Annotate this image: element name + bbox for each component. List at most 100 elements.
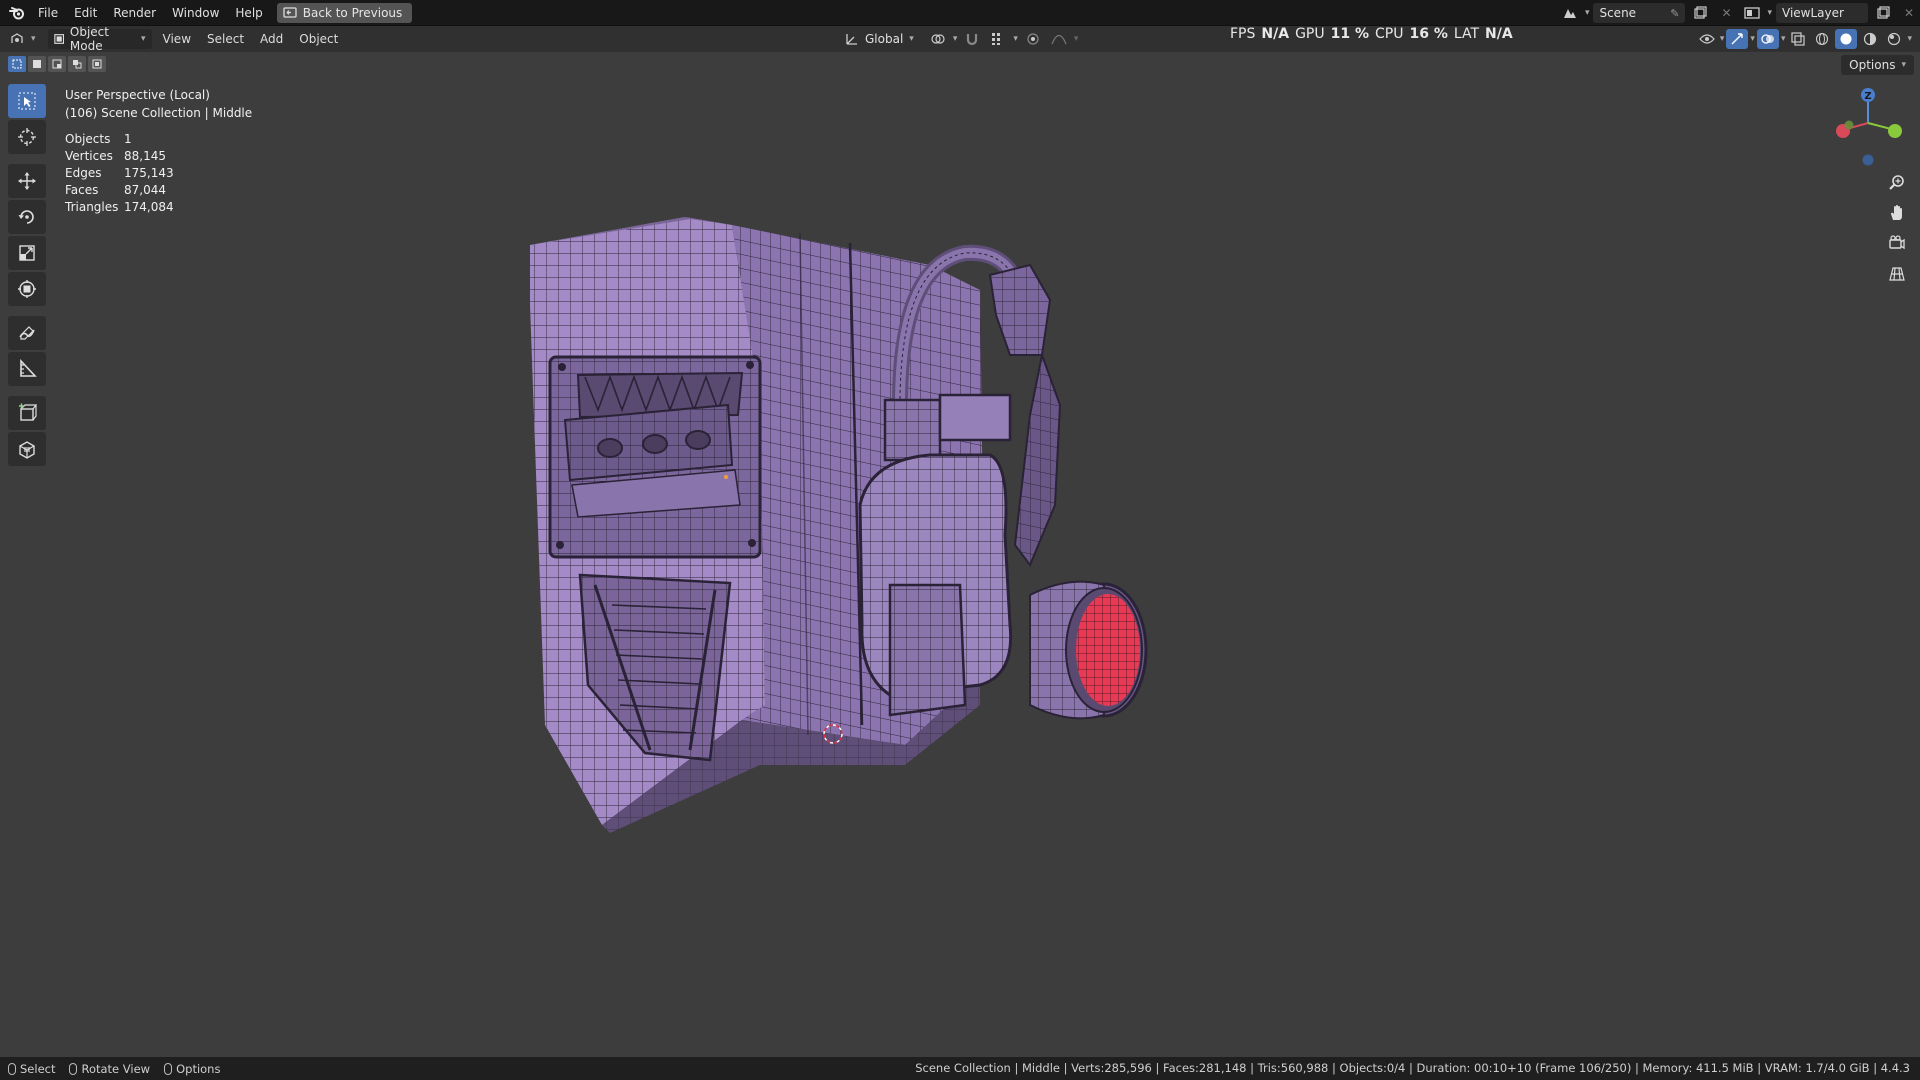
select-subtract-icon[interactable]: [48, 56, 66, 72]
cpu-value: 16 %: [1409, 26, 1448, 42]
editor-type-button[interactable]: ▾: [3, 29, 42, 49]
chevron-down-icon[interactable]: ▾: [1781, 34, 1786, 44]
gizmo-toggle-icon[interactable]: [1726, 29, 1749, 49]
navigation-gizmo[interactable]: Z: [1828, 85, 1906, 167]
close-icon[interactable]: ✕: [1898, 3, 1920, 23]
new-view-layer-icon[interactable]: [1872, 3, 1894, 23]
view-layer-field[interactable]: ViewLayer: [1776, 3, 1868, 23]
xray-toggle-icon[interactable]: [1787, 29, 1809, 49]
menu-window[interactable]: Window: [164, 0, 227, 26]
cursor-tool[interactable]: [8, 120, 46, 154]
menu-view[interactable]: View: [155, 26, 199, 52]
chevron-down-icon[interactable]: ▾: [1907, 34, 1912, 44]
scene-name: Scene: [1599, 6, 1637, 20]
select-box-tool[interactable]: [8, 84, 46, 118]
collection-label: (106) Scene Collection | Middle: [65, 106, 253, 120]
ruler-icon: [20, 359, 37, 377]
selection-mode-buttons: [8, 56, 106, 72]
chevron-down-icon[interactable]: ▾: [1585, 8, 1590, 18]
chevron-down-icon: ▾: [31, 34, 36, 44]
select-extend-icon[interactable]: [28, 56, 46, 72]
zoom-magnifier-icon[interactable]: [1885, 172, 1909, 194]
options-dropdown[interactable]: Options ▾: [1841, 55, 1914, 75]
chevron-down-icon: ▾: [1901, 60, 1906, 70]
view-layer-name: ViewLayer: [1782, 6, 1844, 20]
orientation-label: Global: [865, 32, 904, 46]
menu-help[interactable]: Help: [227, 0, 270, 26]
blender-logo-icon[interactable]: [4, 0, 30, 26]
wireframe-shading-icon[interactable]: [1811, 29, 1833, 49]
material-shading-icon[interactable]: [1859, 29, 1881, 49]
add-cube-tool[interactable]: [8, 396, 46, 430]
cursor-arrow-icon: [18, 92, 36, 110]
screen-icon: [283, 7, 297, 18]
stat-label: Objects: [65, 132, 111, 146]
visibility-eye-icon[interactable]: [1696, 29, 1718, 49]
lat-label: LAT: [1453, 26, 1480, 42]
rotate-tool[interactable]: [8, 200, 46, 234]
select-intersect-icon[interactable]: [88, 56, 106, 72]
select-new-icon[interactable]: [8, 56, 26, 72]
lat-value: N/A: [1485, 26, 1513, 42]
camera-view-icon[interactable]: [1885, 232, 1909, 254]
move-tool[interactable]: [8, 164, 46, 198]
status-rotate-hint: Rotate View: [69, 1062, 150, 1076]
viewport-mesh-object[interactable]: [510, 205, 1190, 845]
menu-select[interactable]: Select: [199, 26, 252, 52]
chevron-down-icon[interactable]: ▾: [1750, 34, 1755, 44]
chevron-down-icon[interactable]: ▾: [1074, 34, 1079, 44]
chevron-down-icon: ▾: [141, 34, 146, 44]
tool-shelf: [8, 84, 46, 466]
stat-value: 175,143: [124, 166, 174, 180]
pivot-point-icon[interactable]: [927, 29, 949, 49]
chevron-down-icon[interactable]: ▾: [953, 34, 958, 44]
stat-label: Faces: [65, 183, 99, 197]
measure-tool[interactable]: [8, 352, 46, 386]
crosshair-cursor-icon: [18, 128, 36, 146]
back-button-label: Back to Previous: [302, 5, 403, 20]
scene-name-field[interactable]: Scene ✎: [1593, 3, 1686, 23]
menu-edit[interactable]: Edit: [66, 0, 105, 26]
performance-stats: FPS N/A GPU 11 % CPU 16 % LAT N/A: [1230, 26, 1513, 42]
ortho-grid-icon[interactable]: [1885, 262, 1909, 284]
proportional-editing-icon[interactable]: [1022, 29, 1044, 49]
menu-render[interactable]: Render: [105, 0, 164, 26]
transform-tools: Global ▾ ▾ ▾ ▾: [836, 29, 1078, 49]
mode-dropdown[interactable]: Object Mode ▾: [47, 25, 152, 53]
overlays-toggle-icon[interactable]: [1756, 29, 1779, 49]
transform-icon: [18, 280, 36, 298]
menu-object[interactable]: Object: [291, 26, 346, 52]
pin-icon[interactable]: ✎: [1670, 7, 1679, 20]
menu-file[interactable]: File: [30, 0, 66, 26]
menu-add[interactable]: Add: [252, 26, 291, 52]
select-invert-icon[interactable]: [68, 56, 86, 72]
object-mode-icon: [53, 34, 64, 44]
annotate-tool[interactable]: [8, 316, 46, 350]
orientation-dropdown[interactable]: Global ▾: [839, 29, 920, 49]
stat-row: Triangles 174,084: [65, 199, 174, 216]
close-icon[interactable]: ✕: [1715, 3, 1737, 23]
scene-type-icon[interactable]: [1559, 3, 1581, 23]
view-layer-icon[interactable]: [1741, 3, 1763, 23]
add-primitive-tool[interactable]: [8, 432, 46, 466]
status-options-hint: Options: [164, 1062, 220, 1076]
chevron-down-icon[interactable]: ▾: [1720, 34, 1725, 44]
chevron-down-icon[interactable]: ▾: [1013, 34, 1018, 44]
3d-viewport-icon: [11, 33, 23, 43]
chevron-down-icon[interactable]: ▾: [1767, 8, 1772, 18]
snap-magnet-icon[interactable]: [961, 29, 983, 49]
snap-grid-icon[interactable]: [987, 29, 1009, 49]
scale-tool[interactable]: [8, 236, 46, 270]
stat-value: 88,145: [124, 149, 166, 163]
rendered-shading-icon[interactable]: [1883, 29, 1905, 49]
new-scene-icon[interactable]: [1689, 3, 1711, 23]
transform-tool[interactable]: [8, 272, 46, 306]
pan-hand-icon[interactable]: [1885, 202, 1909, 224]
move-arrows-icon: [18, 172, 36, 190]
stat-value: 87,044: [124, 183, 166, 197]
stat-row: Faces 87,044: [65, 182, 174, 199]
falloff-curve-icon[interactable]: [1048, 29, 1070, 49]
solid-shading-icon[interactable]: [1835, 29, 1858, 49]
back-to-previous-button[interactable]: Back to Previous: [276, 2, 413, 23]
rotate-icon: [18, 210, 34, 224]
